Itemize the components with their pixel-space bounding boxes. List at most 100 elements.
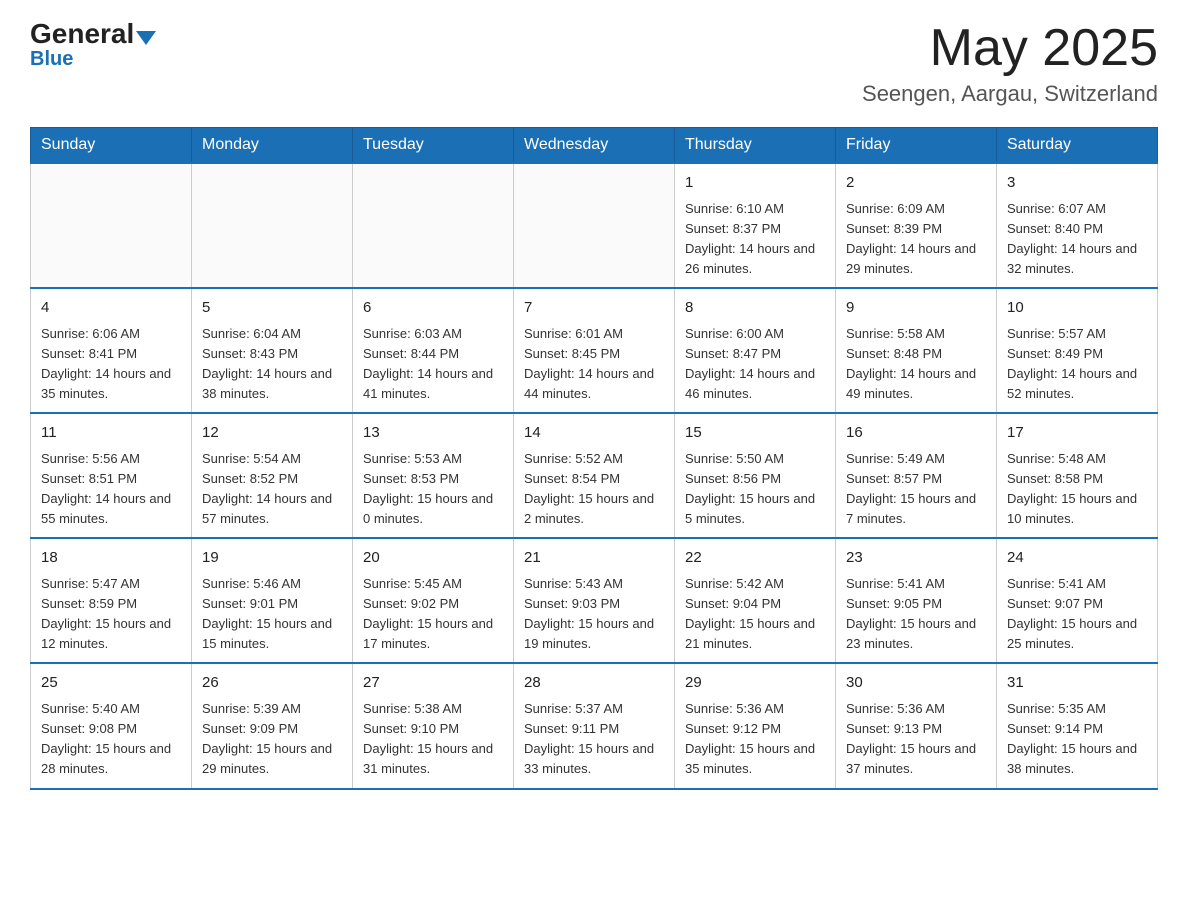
calendar-cell: 2Sunrise: 6:09 AM Sunset: 8:39 PM Daylig… (836, 163, 997, 288)
calendar-cell: 17 Sunrise: 5:48 AM Sunset: 8:58 PM Dayli… (997, 413, 1158, 538)
day-number: 30 (846, 672, 986, 695)
day-number: 24 (1007, 547, 1147, 570)
day-info: Sunrise: 5:47 AM Sunset: 8:59 PM Dayligh… (41, 574, 181, 655)
day-number: 15 (685, 422, 825, 445)
calendar-cell: 26 Sunrise: 5:39 AM Sunset: 9:09 PM Dayli… (192, 663, 353, 788)
day-number: 16 (846, 422, 986, 445)
day-info: Sunrise: 5:36 AM Sunset: 9:12 PM Dayligh… (685, 699, 825, 780)
logo-triangle-icon (136, 31, 156, 45)
day-info: Sunrise: 5:56 AM Sunset: 8:51 PM Dayligh… (41, 449, 181, 530)
calendar-week-row: 1 Sunrise: 6:10 AM Sunset: 8:37 PM Daylig… (31, 163, 1158, 288)
calendar-cell: 21 Sunrise: 5:43 AM Sunset: 9:03 PM Dayli… (514, 538, 675, 663)
day-number: 31 (1007, 672, 1147, 695)
day-info: Sunrise: 5:48 AM Sunset: 8:58 PM Dayligh… (1007, 449, 1147, 530)
day-info: Sunrise: 6:00 AM Sunset: 8:47 PM Dayligh… (685, 324, 825, 405)
day-info: Sunrise: 5:53 AM Sunset: 8:53 PM Dayligh… (363, 449, 503, 530)
day-number: 19 (202, 547, 342, 570)
calendar-cell: 24 Sunrise: 5:41 AM Sunset: 9:07 PM Dayli… (997, 538, 1158, 663)
day-info: Sunrise: 5:45 AM Sunset: 9:02 PM Dayligh… (363, 574, 503, 655)
day-info: Sunrise: 5:35 AM Sunset: 9:14 PM Dayligh… (1007, 699, 1147, 780)
day-info: Sunrise: 5:41 AM Sunset: 9:05 PM Dayligh… (846, 574, 986, 655)
calendar-cell: 18Sunrise: 5:47 AM Sunset: 8:59 PM Dayli… (31, 538, 192, 663)
calendar-cell: 31 Sunrise: 5:35 AM Sunset: 9:14 PM Dayli… (997, 663, 1158, 788)
day-number: 25 (41, 672, 181, 695)
day-info: Sunrise: 5:52 AM Sunset: 8:54 PM Dayligh… (524, 449, 664, 530)
title-block: May 2025 Seengen, Aargau, Switzerland (862, 20, 1158, 107)
calendar-week-row: 18Sunrise: 5:47 AM Sunset: 8:59 PM Dayli… (31, 538, 1158, 663)
calendar-cell (514, 163, 675, 288)
day-number: 27 (363, 672, 503, 695)
day-number: 9 (846, 297, 986, 320)
month-year-title: May 2025 (862, 20, 1158, 77)
logo-blue-text: Blue (30, 48, 73, 71)
day-number: 21 (524, 547, 664, 570)
day-number: 23 (846, 547, 986, 570)
day-info: Sunrise: 5:37 AM Sunset: 9:11 PM Dayligh… (524, 699, 664, 780)
weekday-header-friday: Friday (836, 128, 997, 164)
day-info: Sunrise: 5:42 AM Sunset: 9:04 PM Dayligh… (685, 574, 825, 655)
calendar-cell: 22 Sunrise: 5:42 AM Sunset: 9:04 PM Dayli… (675, 538, 836, 663)
calendar-cell: 13 Sunrise: 5:53 AM Sunset: 8:53 PM Dayli… (353, 413, 514, 538)
calendar-cell: 7Sunrise: 6:01 AM Sunset: 8:45 PM Daylig… (514, 288, 675, 413)
calendar-cell: 27Sunrise: 5:38 AM Sunset: 9:10 PM Dayli… (353, 663, 514, 788)
day-info: Sunrise: 6:04 AM Sunset: 8:43 PM Dayligh… (202, 324, 342, 405)
day-number: 10 (1007, 297, 1147, 320)
day-info: Sunrise: 5:40 AM Sunset: 9:08 PM Dayligh… (41, 699, 181, 780)
day-number: 5 (202, 297, 342, 320)
calendar-cell: 14Sunrise: 5:52 AM Sunset: 8:54 PM Dayli… (514, 413, 675, 538)
calendar-cell: 15 Sunrise: 5:50 AM Sunset: 8:56 PM Dayli… (675, 413, 836, 538)
day-number: 11 (41, 422, 181, 445)
calendar-cell: 29 Sunrise: 5:36 AM Sunset: 9:12 PM Dayli… (675, 663, 836, 788)
calendar-cell: 11 Sunrise: 5:56 AM Sunset: 8:51 PM Dayli… (31, 413, 192, 538)
day-number: 1 (685, 172, 825, 195)
day-info: Sunrise: 5:50 AM Sunset: 8:56 PM Dayligh… (685, 449, 825, 530)
calendar-cell: 5 Sunrise: 6:04 AM Sunset: 8:43 PM Daylig… (192, 288, 353, 413)
calendar-cell: 12 Sunrise: 5:54 AM Sunset: 8:52 PM Dayli… (192, 413, 353, 538)
day-number: 17 (1007, 422, 1147, 445)
calendar-cell: 4 Sunrise: 6:06 AM Sunset: 8:41 PM Daylig… (31, 288, 192, 413)
day-number: 4 (41, 297, 181, 320)
calendar-cell: 30 Sunrise: 5:36 AM Sunset: 9:13 PM Dayli… (836, 663, 997, 788)
day-number: 12 (202, 422, 342, 445)
day-number: 29 (685, 672, 825, 695)
day-info: Sunrise: 5:49 AM Sunset: 8:57 PM Dayligh… (846, 449, 986, 530)
calendar-week-row: 25 Sunrise: 5:40 AM Sunset: 9:08 PM Dayli… (31, 663, 1158, 788)
day-number: 28 (524, 672, 664, 695)
calendar-cell: 10 Sunrise: 5:57 AM Sunset: 8:49 PM Dayli… (997, 288, 1158, 413)
weekday-header-sunday: Sunday (31, 128, 192, 164)
day-info: Sunrise: 6:03 AM Sunset: 8:44 PM Dayligh… (363, 324, 503, 405)
logo-general-text: General (30, 18, 134, 49)
day-info: Sunrise: 5:46 AM Sunset: 9:01 PM Dayligh… (202, 574, 342, 655)
day-info: Sunrise: 5:54 AM Sunset: 8:52 PM Dayligh… (202, 449, 342, 530)
day-info: Sunrise: 5:57 AM Sunset: 8:49 PM Dayligh… (1007, 324, 1147, 405)
weekday-header-saturday: Saturday (997, 128, 1158, 164)
page-header: General Blue May 2025 Seengen, Aargau, S… (30, 20, 1158, 107)
weekday-header-tuesday: Tuesday (353, 128, 514, 164)
calendar-cell: 9Sunrise: 5:58 AM Sunset: 8:48 PM Daylig… (836, 288, 997, 413)
calendar-cell (353, 163, 514, 288)
day-number: 13 (363, 422, 503, 445)
day-info: Sunrise: 6:01 AM Sunset: 8:45 PM Dayligh… (524, 324, 664, 405)
day-info: Sunrise: 5:43 AM Sunset: 9:03 PM Dayligh… (524, 574, 664, 655)
calendar-table: SundayMondayTuesdayWednesdayThursdayFrid… (30, 127, 1158, 789)
day-number: 6 (363, 297, 503, 320)
calendar-cell (192, 163, 353, 288)
calendar-cell: 6 Sunrise: 6:03 AM Sunset: 8:44 PM Daylig… (353, 288, 514, 413)
location-subtitle: Seengen, Aargau, Switzerland (862, 81, 1158, 107)
day-info: Sunrise: 5:39 AM Sunset: 9:09 PM Dayligh… (202, 699, 342, 780)
calendar-cell: 25 Sunrise: 5:40 AM Sunset: 9:08 PM Dayli… (31, 663, 192, 788)
day-info: Sunrise: 6:10 AM Sunset: 8:37 PM Dayligh… (685, 199, 825, 280)
day-info: Sunrise: 5:36 AM Sunset: 9:13 PM Dayligh… (846, 699, 986, 780)
day-info: Sunrise: 6:06 AM Sunset: 8:41 PM Dayligh… (41, 324, 181, 405)
calendar-cell: 1 Sunrise: 6:10 AM Sunset: 8:37 PM Daylig… (675, 163, 836, 288)
weekday-header-wednesday: Wednesday (514, 128, 675, 164)
day-number: 22 (685, 547, 825, 570)
day-info: Sunrise: 5:41 AM Sunset: 9:07 PM Dayligh… (1007, 574, 1147, 655)
logo-blue: Blue (30, 48, 73, 71)
calendar-cell (31, 163, 192, 288)
day-number: 26 (202, 672, 342, 695)
calendar-cell: 28 Sunrise: 5:37 AM Sunset: 9:11 PM Dayli… (514, 663, 675, 788)
day-number: 2 (846, 172, 986, 195)
calendar-cell: 23 Sunrise: 5:41 AM Sunset: 9:05 PM Dayli… (836, 538, 997, 663)
calendar-cell: 3Sunrise: 6:07 AM Sunset: 8:40 PM Daylig… (997, 163, 1158, 288)
